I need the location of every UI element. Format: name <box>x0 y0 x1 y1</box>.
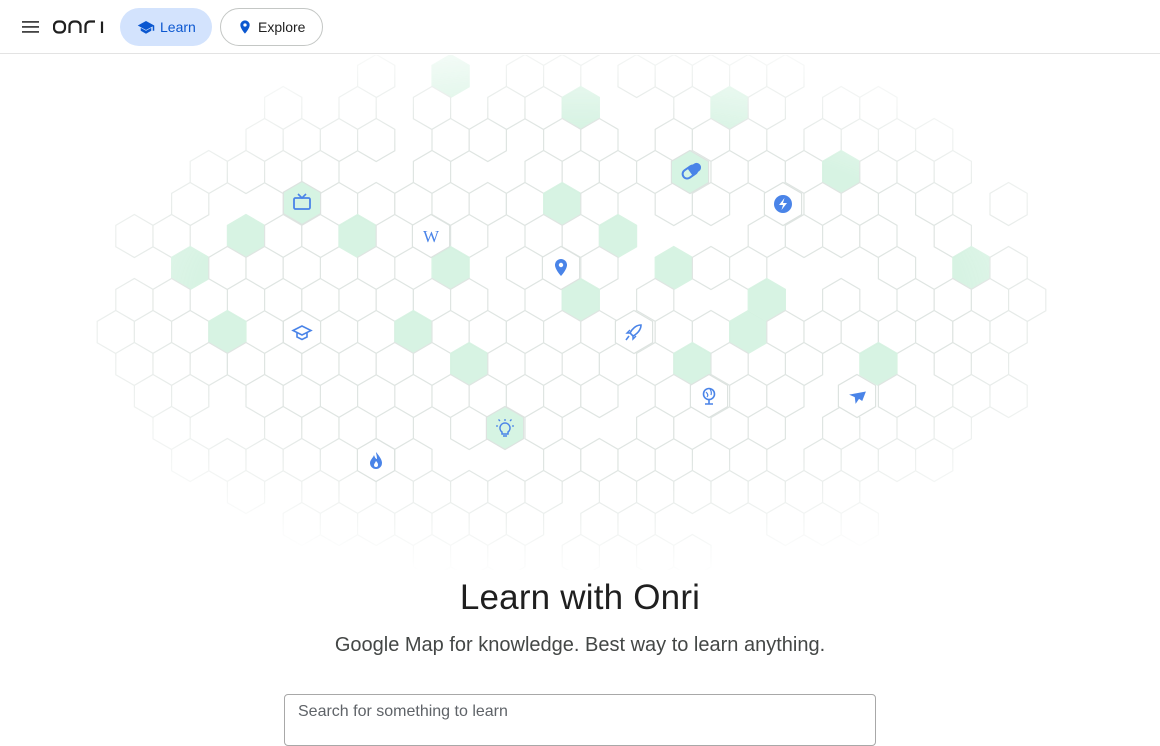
hex-cell <box>617 53 656 99</box>
tab-explore[interactable]: Explore <box>220 8 323 46</box>
tab-explore-label: Explore <box>258 19 306 35</box>
page-subtitle: Google Map for knowledge. Best way to le… <box>334 634 826 656</box>
wikipedia-icon: W <box>423 227 440 246</box>
search-input[interactable] <box>284 694 876 746</box>
location-pin-icon <box>237 18 253 36</box>
hex-cell <box>115 213 154 259</box>
knowledge-hex-map: W <box>0 21 1160 579</box>
onri-logo-mark <box>53 20 104 34</box>
tab-learn-label: Learn <box>160 19 196 35</box>
hex-grid: W <box>96 21 1047 579</box>
hamburger-menu-icon[interactable] <box>18 15 44 39</box>
hex-cell <box>989 181 1028 227</box>
top-bar: Learn Explore <box>0 0 1160 54</box>
svg-text:W: W <box>423 227 440 246</box>
onri-logo[interactable] <box>53 14 105 40</box>
graduation-cap-icon <box>137 19 155 35</box>
tab-learn[interactable]: Learn <box>120 8 212 46</box>
hex-cell <box>691 245 731 291</box>
hex-cell <box>673 533 712 579</box>
lightning-icon <box>774 195 792 213</box>
page-title: Learn with Onri <box>459 578 701 617</box>
